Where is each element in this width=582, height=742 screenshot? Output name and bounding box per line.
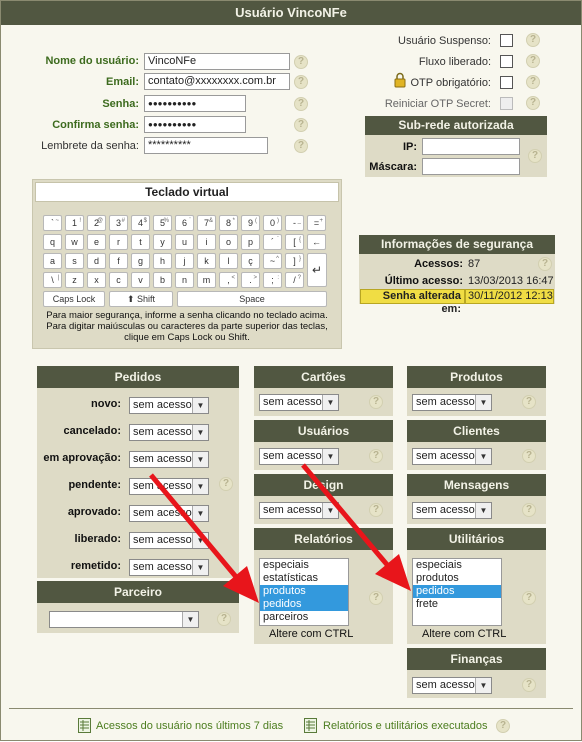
annotation-arrows bbox=[149, 463, 411, 603]
annotation-arrow bbox=[149, 473, 239, 580]
annotation-arrow bbox=[301, 463, 391, 569]
user-form-window: Usuário VincoNFe Nome do usuário: VincoN… bbox=[0, 0, 582, 741]
